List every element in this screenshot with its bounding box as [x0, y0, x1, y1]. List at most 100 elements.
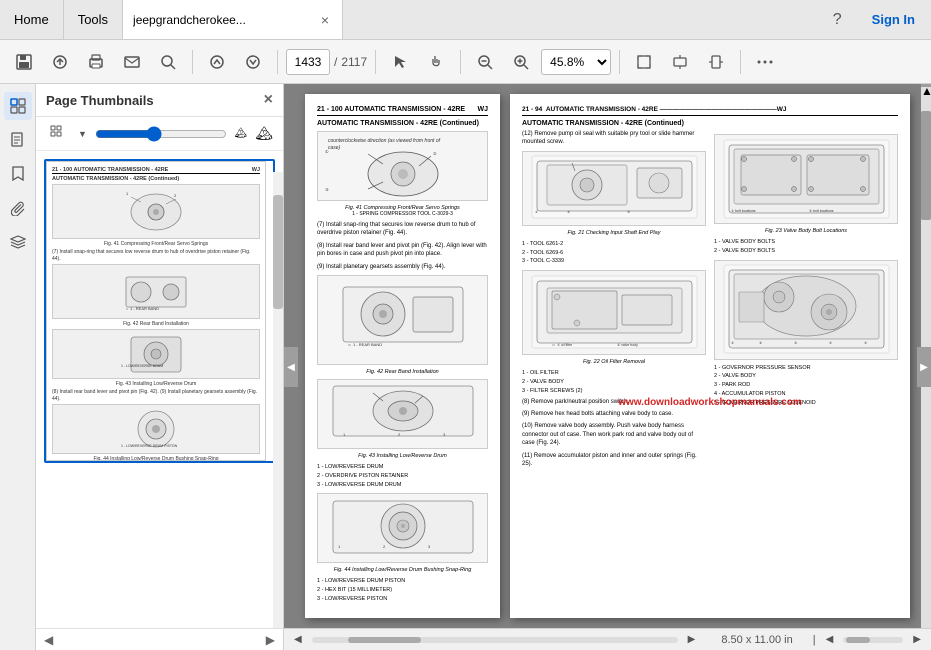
right-diagram-24: ① ② ③ ④ ⑤ — [714, 260, 898, 360]
thumb-size-large-icon: 🏔 — [255, 125, 273, 142]
home-tab-label: Home — [14, 12, 49, 27]
help-button[interactable]: ? — [819, 11, 856, 29]
save-button[interactable] — [8, 46, 40, 78]
zoom-in-button[interactable] — [505, 46, 537, 78]
status-scroll-track[interactable] — [312, 637, 678, 643]
print-button[interactable] — [80, 46, 112, 78]
status-bar: ◀ ▶ 8.50 x 11.00 in | ◀ ▶ — [284, 628, 931, 650]
page-input-area: 1433 / 2117 — [286, 49, 367, 75]
thumb-scroll-left[interactable]: ◀ — [44, 633, 53, 647]
status-separator: | — [813, 634, 816, 646]
svg-text:case): case) — [328, 145, 341, 151]
thumb-size-slider[interactable] — [95, 126, 227, 142]
panel-close-button[interactable]: × — [264, 92, 273, 108]
scroll-up-arrow[interactable]: ▲ — [921, 84, 931, 87]
left-caption-1: Fig. 41 Compressing Front/Rear Servo Spr… — [317, 205, 488, 217]
right-collapse-button[interactable]: ▶ — [917, 347, 931, 387]
thumbnail-page-item[interactable]: 21 - 100 AUTOMATIC TRANSMISSION - 42RE W… — [44, 159, 275, 463]
main-area: Page Thumbnails × ▼ 🏔 🏔 21 - 100 AUTOMAT… — [0, 84, 931, 650]
panel-collapse-button[interactable]: ◀ — [284, 347, 298, 387]
tools-tab-label: Tools — [78, 12, 108, 27]
thumbnails-panel: Page Thumbnails × ▼ 🏔 🏔 21 - 100 AUTOMAT… — [36, 84, 284, 650]
tools-tab[interactable]: Tools — [64, 0, 123, 39]
left-diagram-2: 1 - REAR BAND — [317, 275, 488, 365]
status-scroll-right[interactable]: ▶ — [688, 634, 696, 645]
page-total: 2117 — [341, 55, 367, 69]
left-diagram-4: 1 2 3 — [317, 493, 488, 563]
zoom-select[interactable]: 45.8% 50% 75% 100% 125% 150% 200% — [541, 49, 611, 75]
tab-close-button[interactable]: × — [318, 12, 332, 28]
left-diagram-3: 1 2 3 — [317, 379, 488, 449]
zoom-out-button[interactable] — [469, 46, 501, 78]
signin-button[interactable]: Sign In — [856, 12, 931, 27]
signin-label: Sign In — [872, 12, 915, 27]
thumb-scroll-right[interactable]: ▶ — [266, 633, 275, 647]
right-diagram-21: ① ② ③ — [522, 151, 706, 226]
thumbnail-scroll-area[interactable]: 21 - 100 AUTOMATIC TRANSMISSION - 42RE W… — [36, 151, 283, 628]
panel-title: Page Thumbnails — [46, 93, 154, 108]
svg-text:②: ② — [433, 151, 437, 156]
scroll-down-button[interactable] — [237, 46, 269, 78]
right-fig21-labels: 1 - TOOL 6261-2 2 - TOOL 6269-6 3 - TOOL… — [522, 240, 706, 266]
left-header-left: 21 - 100 AUTOMATIC TRANSMISSION - 42RE — [317, 106, 465, 113]
left-install-labels: 1 - LOW/REVERSE DRUM PISTON 2 - HEX BIT … — [317, 577, 488, 603]
left-text-block-1: (7) Install snap-ring that secures low r… — [317, 221, 488, 238]
fit-height-button[interactable] — [700, 46, 732, 78]
svg-text:counterclockwise direction (as: counterclockwise direction (as viewed fr… — [328, 138, 441, 144]
home-tab[interactable]: Home — [0, 0, 64, 39]
toolbar-separator-6 — [740, 50, 741, 74]
pdf-viewer-area: ◀ 21 - 100 AUTOMATIC TRANSMISSION - 42RE… — [284, 84, 931, 650]
svg-text:1: 1 — [126, 191, 129, 196]
right-diagram-23: ① bolt locations ② bolt locations — [714, 134, 898, 224]
thumb-size-small-icon: 🏔 — [235, 128, 248, 139]
right-caption-22: Fig. 22 Oil Filter Removal — [522, 359, 706, 365]
left-label-list: 1 - LOW/REVERSE DRUM 2 - OVERDRIVE PISTO… — [317, 463, 488, 489]
svg-text:1 - REAR BAND: 1 - REAR BAND — [130, 306, 159, 311]
sidebar-attachment-icon[interactable] — [4, 194, 32, 222]
search-button[interactable] — [152, 46, 184, 78]
status-scroll-left[interactable]: ◀ — [294, 634, 302, 645]
sidebar-thumbnail-icon[interactable] — [4, 92, 32, 120]
page-size-label: 8.50 x 11.00 in — [721, 634, 792, 646]
right-step-11: (11) Remove accumulator piston and inner… — [522, 452, 706, 469]
bottom-scroll-left[interactable]: ◀ — [826, 634, 834, 645]
right-fig23-labels: 1 - VALVE BODY BOLTS 2 - VALVE BODY BOLT… — [714, 238, 898, 256]
toolbar-separator-4 — [460, 50, 461, 74]
scroll-up-button[interactable] — [201, 46, 233, 78]
toolbar-separator-1 — [192, 50, 193, 74]
thumb-size-small-button[interactable] — [46, 123, 70, 144]
pdf-pages-container: 21 - 100 AUTOMATIC TRANSMISSION - 42RE W… — [305, 94, 910, 618]
toolbar-separator-5 — [619, 50, 620, 74]
fit-width-button[interactable] — [664, 46, 696, 78]
bottom-scroll-thumb — [846, 637, 870, 643]
thumb-dropdown-arrow: ▼ — [78, 129, 87, 139]
right-step-10: (10) Remove valve body assembly. Push va… — [522, 422, 706, 447]
right-caption-21: Fig. 21 Checking Input Shaft End Play — [522, 230, 706, 236]
scroll-thumb-vertical — [921, 111, 931, 220]
svg-text:1 - LOW/REVERSE DRUM: 1 - LOW/REVERSE DRUM — [121, 364, 163, 368]
thumbnail-scrollbar[interactable] — [273, 172, 283, 628]
bottom-scroll-right[interactable]: ▶ — [913, 634, 921, 645]
sidebar-layers-icon[interactable] — [4, 228, 32, 256]
cursor-tool-button[interactable] — [384, 46, 416, 78]
right-intro-text: (12) Remove pump oil seal with suitable … — [522, 130, 706, 147]
svg-text:1 - LOW/REVERSE DRUM PISTON: 1 - LOW/REVERSE DRUM PISTON — [121, 444, 178, 448]
sidebar-pages-icon[interactable] — [4, 126, 32, 154]
status-scroll-thumb — [348, 637, 421, 643]
toolbar-separator-3 — [375, 50, 376, 74]
browser-tab[interactable]: jeepgrandcherokee... × — [123, 0, 343, 39]
svg-text:② valve body: ② valve body — [617, 343, 638, 347]
more-button[interactable] — [749, 46, 781, 78]
svg-text:1 - REAR BAND: 1 - REAR BAND — [353, 342, 382, 347]
hand-tool-button[interactable] — [420, 46, 452, 78]
page-number-input[interactable]: 1433 — [286, 49, 330, 75]
upload-button[interactable] — [44, 46, 76, 78]
svg-text:①: ① — [325, 149, 329, 154]
fit-page-button[interactable] — [628, 46, 660, 78]
right-page-header: 21 - 94 AUTOMATIC TRANSMISSION - 42RE ——… — [522, 106, 898, 116]
pdf-scroll-area[interactable]: 21 - 100 AUTOMATIC TRANSMISSION - 42RE W… — [284, 84, 931, 628]
mail-button[interactable] — [116, 46, 148, 78]
sidebar-bookmark-icon[interactable] — [4, 160, 32, 188]
panel-header: Page Thumbnails × — [36, 84, 283, 117]
bottom-scroll-track[interactable] — [843, 637, 903, 643]
